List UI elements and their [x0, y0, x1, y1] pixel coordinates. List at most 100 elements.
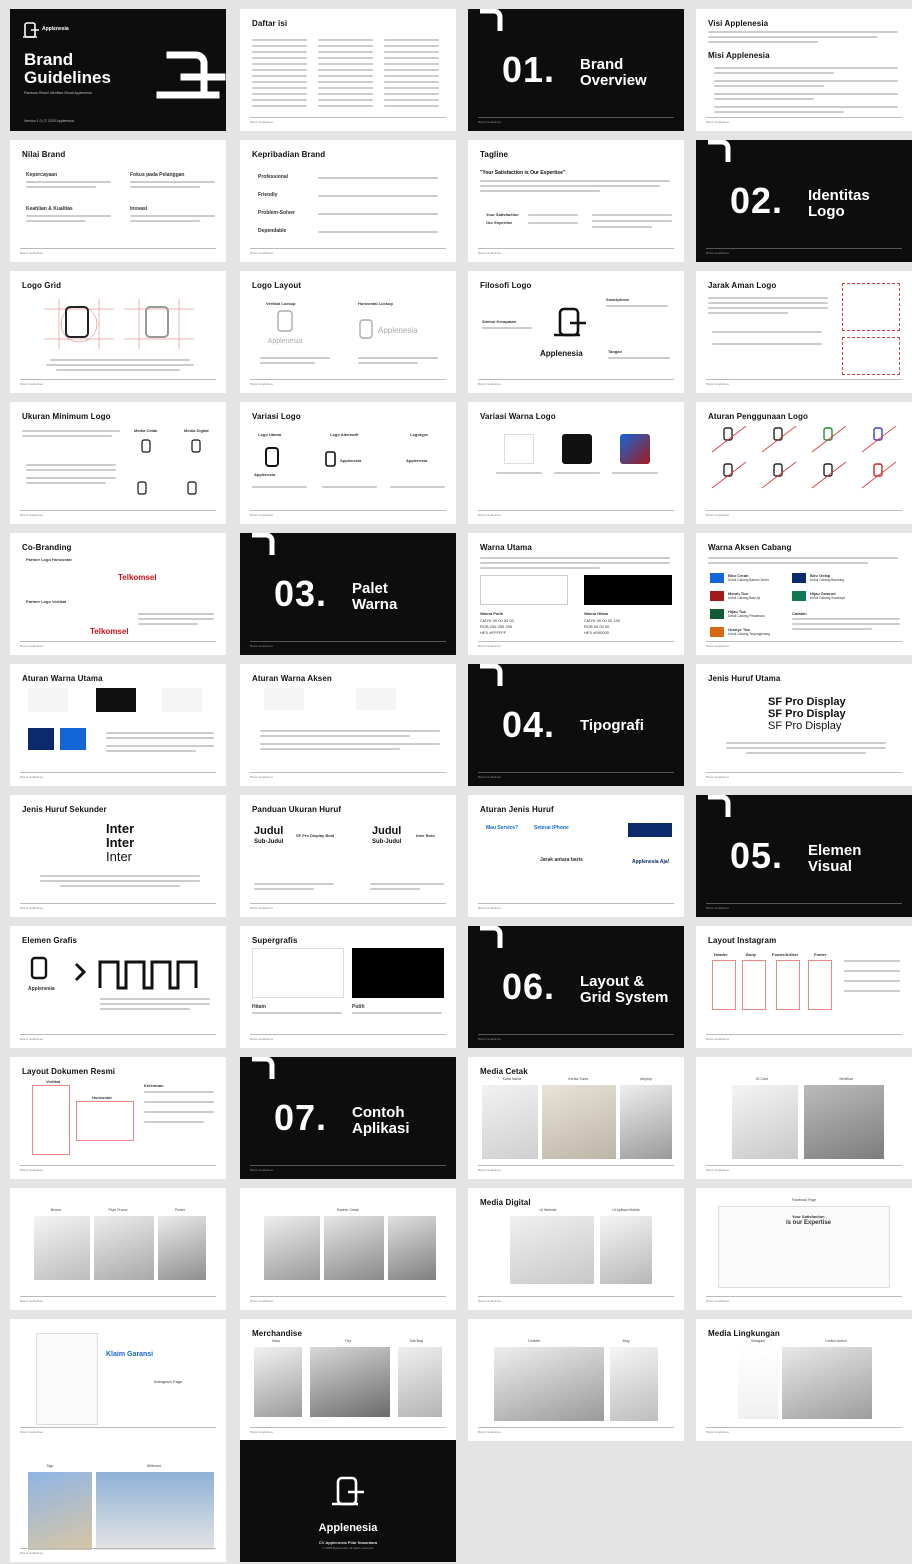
mockup-photo: [398, 1347, 442, 1417]
rule-example-1: [28, 688, 68, 712]
slide-title: Aturan Warna Aksen: [252, 674, 332, 683]
swatch-oranye-tua: [710, 627, 724, 637]
rule-example-5: [60, 728, 86, 750]
slide-banner-cetak[interactable]: Banner Cetak Brand Guidelines: [240, 1188, 456, 1310]
slide-variasi-logo[interactable]: Variasi Logo Logo Utama Logo Alternatif …: [240, 402, 456, 524]
slide-aturan-huruf[interactable]: Aturan Jenis Huruf Mau Service? Seterai …: [468, 795, 684, 917]
section-title: Brand Overview: [580, 56, 647, 89]
mockup-photo: [600, 1216, 652, 1284]
slide-ukuran-huruf[interactable]: Panduan Ukuran Huruf Judul Sub-Judul SF …: [240, 795, 456, 917]
logo-horizontal-icon: Applenesia: [359, 319, 418, 339]
slide-title: Filosofi Logo: [480, 281, 532, 290]
slide-media-lingkungan[interactable]: Media Lingkungan Seragam Umbul-Umbul Bra…: [696, 1319, 912, 1441]
slide-logo-layout[interactable]: Logo Layout Vertikal Lockup Horizontal L…: [240, 271, 456, 393]
section-number: 05.: [730, 835, 784, 876]
slide-title: Nilai Brand: [22, 150, 66, 159]
slide-tagline[interactable]: Tagline "Your Satisfaction is Our Expert…: [468, 140, 684, 262]
doc-frame-horizontal: [76, 1101, 134, 1141]
slide-logo-grid[interactable]: Logo Grid Brand Guidelines: [10, 271, 226, 393]
slide-sign-billboard[interactable]: Sign Billboard Brand Guidelines: [10, 1440, 226, 1562]
slide-nilai-brand[interactable]: Nilai Brand Kepercayaan Fokus pada Pelan…: [10, 140, 226, 262]
rule-example-4: [28, 728, 54, 750]
section-number: 07.: [274, 1097, 328, 1138]
slide-title: Elemen Grafis: [22, 936, 78, 945]
slide-ukuran-minimum[interactable]: Ukuran Minimum Logo Media Cetak Media Di…: [10, 402, 226, 524]
mockup-photo: [310, 1347, 390, 1417]
slide-title: Jarak Aman Logo: [708, 281, 777, 290]
slide-closing[interactable]: Applenesia CV Applenesia Pilar Nusantara…: [240, 1440, 456, 1562]
mockup-photo: [610, 1347, 658, 1421]
section-title: Layout & Grid System: [580, 973, 669, 1006]
slide-filosofi-logo[interactable]: Filosofi Logo Applenesia Smartphone Simb…: [468, 271, 684, 393]
slide-variasi-warna-logo[interactable]: Variasi Warna Logo Brand Guidelines: [468, 402, 684, 524]
slide-section-03[interactable]: 03. Palet Warna Brand Guidelines: [240, 533, 456, 655]
swatch-hijau-zamrud: [792, 591, 806, 601]
slide-title: Aturan Warna Utama: [22, 674, 103, 683]
billboard-photo: [96, 1472, 214, 1550]
section-title: Contoh Aplikasi: [352, 1104, 410, 1137]
slide-section-07[interactable]: 07. Contoh Aplikasi Brand Guidelines: [240, 1057, 456, 1179]
slide-media-digital[interactable]: Media Digital UI Website UI Aplikasi Mob…: [468, 1188, 684, 1310]
slide-section-01[interactable]: 01. Brand Overview Brand Guidelines: [468, 9, 684, 131]
mockup-photo: [158, 1216, 206, 1280]
slide-layout-instagram[interactable]: Layout Instagram Header Body Footer/Arti…: [696, 926, 912, 1048]
slide-title: Variasi Logo: [252, 412, 301, 421]
ig-frame: [712, 960, 736, 1010]
slide-supergrafis[interactable]: Supergrafis Hitam Putih Brand Guidelines: [240, 926, 456, 1048]
slide-media-cetak[interactable]: Media Cetak Kartu Nama Kertas Surat Ampl…: [468, 1057, 684, 1179]
swatch-biru-gelap: [792, 573, 806, 583]
slide-cover[interactable]: Applenesia Brand Guidelines Panduan Resm…: [10, 9, 226, 131]
swatch-black: [584, 575, 672, 605]
slide-aturan-warna-utama[interactable]: Aturan Warna Utama Brand Guidelines: [10, 664, 226, 786]
slide-media-cetak-2[interactable]: ID Card Sertifikat Brand Guidelines: [696, 1057, 912, 1179]
closing-brand: Applenesia: [318, 1522, 378, 1534]
slide-facebook-page[interactable]: Facebook Page Your Satisfaction is our E…: [696, 1188, 912, 1310]
slide-huruf-sekunder[interactable]: Jenis Huruf Sekunder Inter Inter Inter B…: [10, 795, 226, 917]
logo-misuse-grid-icon: [711, 426, 897, 489]
mockup-photo: [34, 1216, 90, 1280]
slide-title: Media Digital: [480, 1198, 531, 1207]
mockup-photo: [510, 1216, 594, 1284]
slide-section-04[interactable]: 04. Tipografi Brand Guidelines: [468, 664, 684, 786]
section-title: Identitas Logo: [808, 187, 870, 220]
cover-subtitle: Panduan Resmi Identitas Visual Applenesi…: [24, 91, 92, 95]
slide-warna-aksen[interactable]: Warna Aksen Cabang Biru Cerah Untuk Caban…: [696, 533, 912, 655]
slide-huruf-utama[interactable]: Jenis Huruf Utama SF Pro Display SF Pro …: [696, 664, 912, 786]
slide-layout-dokumen[interactable]: Layout Dokumen Resmi Vertikal Horizontal…: [10, 1057, 226, 1179]
slide-visi-misi[interactable]: Visi Applenesia Misi Applenesia Brand Gu…: [696, 9, 912, 131]
slide-warna-utama[interactable]: Warna Utama Warna Putih CMYK 00 00 00 00…: [468, 533, 684, 655]
slide-elemen-grafis[interactable]: Elemen Grafis Applenesia Brand Guideline…: [10, 926, 226, 1048]
slide-jarak-aman[interactable]: Jarak Aman Logo Brand Guidelines: [696, 271, 912, 393]
closing-copyright: © 2025 Applenesia. All rights reserved.: [322, 1546, 374, 1550]
slide-section-02[interactable]: 02. Identitas Logo Brand Guidelines: [696, 140, 912, 262]
safe-zone-horizontal: [842, 337, 900, 375]
accent-rule-2: [356, 688, 396, 710]
slide-daftar-isi[interactable]: Daftar isi Brand Guidelines: [240, 9, 456, 131]
applenesia-logo-icon: [332, 1476, 364, 1506]
slide-kepribadian[interactable]: Kepribadian Brand Professional Friendly …: [240, 140, 456, 262]
slide-aturan-logo[interactable]: Aturan Penggunaan Logo Brand Guidelines: [696, 402, 912, 524]
logo-on-black: [562, 434, 592, 464]
slide-title: Aturan Penggunaan Logo: [708, 412, 808, 421]
section-title: Tipografi: [580, 717, 644, 734]
mockup-photo: [264, 1216, 320, 1280]
slide-aturan-warna-aksen[interactable]: Aturan Warna Aksen Brand Guidelines: [240, 664, 456, 786]
slide-title: Daftar isi: [252, 19, 288, 28]
closing-company: CV Applenesia Pilar Nusantara: [318, 1540, 378, 1545]
slide-instagram-page[interactable]: Klaim Garansi Instagram Page Brand Guide…: [10, 1319, 226, 1441]
mockup-photo: [254, 1347, 302, 1417]
slide-media-cetak-3[interactable]: Brosur Flyer Promo Poster Brand Guidelin…: [10, 1188, 226, 1310]
slide-co-branding[interactable]: Co-Branding Partner Logo Horizontal Part…: [10, 533, 226, 655]
slide-subtitle: Misi Applenesia: [708, 51, 770, 60]
section-number: 01.: [502, 49, 556, 90]
slide-section-05[interactable]: 05. Elemen Visual Brand Guidelines: [696, 795, 912, 917]
slide-merchandise[interactable]: Merchandise Kaos Topi Tote Bag Brand Gui…: [240, 1319, 456, 1441]
slide-section-06[interactable]: 06. Layout & Grid System Brand Guidelines: [468, 926, 684, 1048]
slide-title: Merchandise: [252, 1329, 303, 1338]
cover-title-2: Guidelines: [24, 68, 111, 87]
rule-example-3: [162, 688, 202, 712]
slide-merchandise-2[interactable]: Tumbler Mug Brand Guidelines: [468, 1319, 684, 1441]
section-mark-icon: [708, 795, 731, 817]
logo-vertical-icon: Applenesia: [268, 310, 302, 345]
svg-text:Applenesia: Applenesia: [378, 326, 418, 335]
